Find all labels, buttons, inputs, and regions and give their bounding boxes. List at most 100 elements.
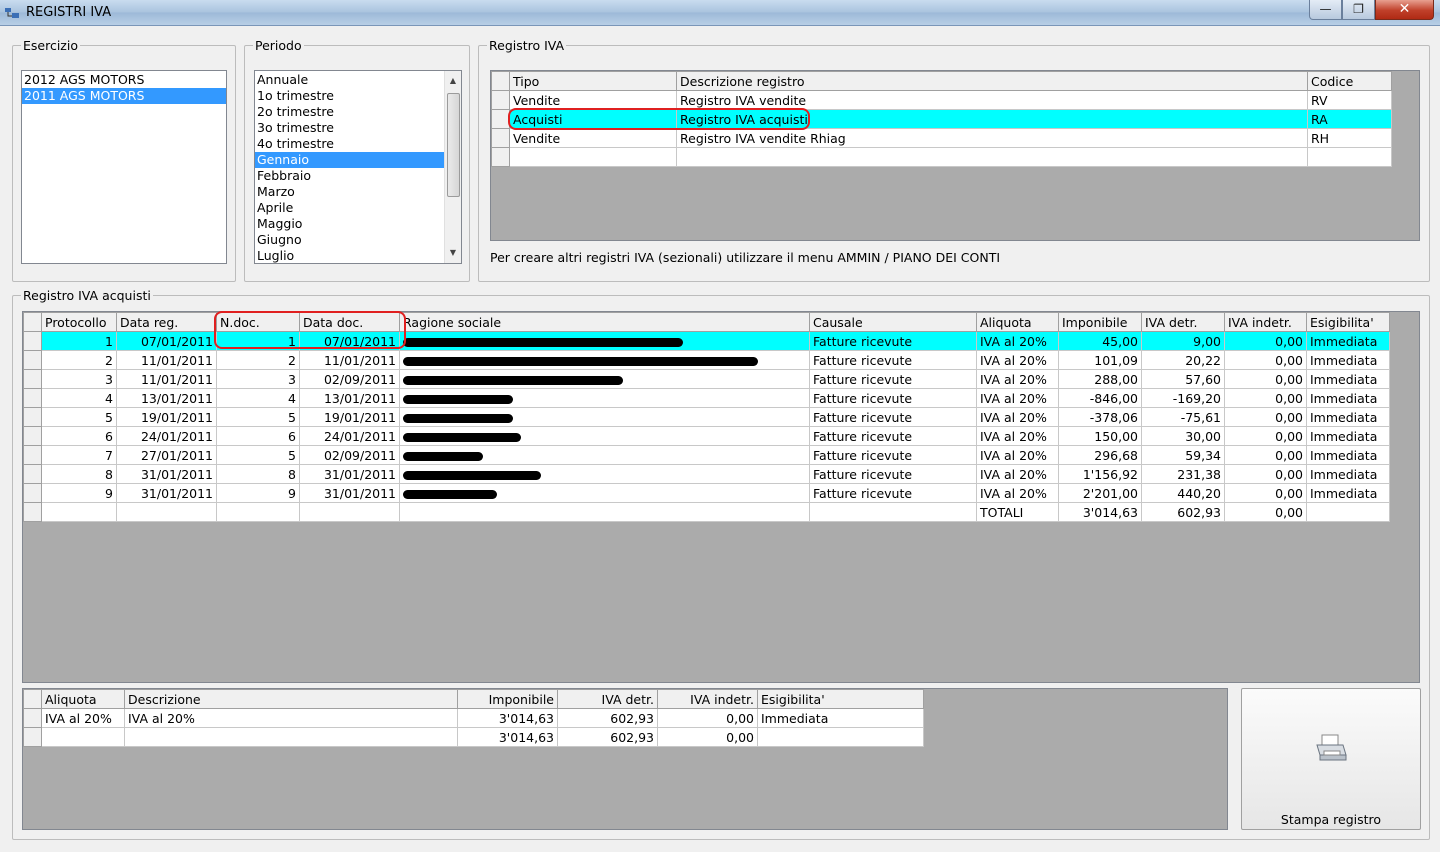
acquisti-cell[interactable]: 1: [216, 331, 300, 351]
riepilogo-column-header[interactable]: IVA detr.: [557, 689, 658, 709]
acquisti-cell[interactable]: 0,00: [1224, 331, 1307, 351]
registro-column-header[interactable]: Tipo: [509, 71, 677, 91]
acquisti-cell[interactable]: -846,00: [1058, 388, 1142, 408]
close-button[interactable]: ✕: [1375, 0, 1434, 20]
acquisti-cell[interactable]: 19/01/2011: [116, 407, 217, 427]
acquisti-cell[interactable]: 20,22: [1141, 350, 1225, 370]
registro-cell[interactable]: Registro IVA vendite Rhiag: [676, 128, 1308, 148]
acquisti-cell[interactable]: 02/09/2011: [299, 445, 400, 465]
riepilogo-cell[interactable]: 0,00: [657, 727, 758, 747]
periodo-item[interactable]: Maggio: [255, 216, 444, 232]
acquisti-cell[interactable]: 6: [41, 426, 117, 446]
acquisti-cell[interactable]: 11/01/2011: [116, 369, 217, 389]
registro-cell[interactable]: RH: [1307, 128, 1392, 148]
acquisti-cell[interactable]: [399, 369, 810, 389]
acquisti-row[interactable]: 5 19/01/2011 5 19/01/2011 Fatture ricevute IV…: [23, 407, 1390, 427]
periodo-item[interactable]: 4o trimestre: [255, 136, 444, 152]
riepilogo-cell[interactable]: 0,00: [657, 708, 758, 728]
acquisti-cell[interactable]: 4: [216, 388, 300, 408]
acquisti-cell[interactable]: 8: [216, 464, 300, 484]
riepilogo-cell[interactable]: [757, 727, 924, 747]
acquisti-column-header[interactable]: Causale: [809, 312, 977, 332]
registro-row[interactable]: Vendite Registro IVA vendite RV: [491, 90, 1392, 110]
acquisti-cell[interactable]: [399, 388, 810, 408]
registro-cell[interactable]: [676, 147, 1308, 167]
acquisti-cell[interactable]: 30,00: [1141, 426, 1225, 446]
acquisti-cell[interactable]: Immediata: [1306, 464, 1390, 484]
acquisti-column-header[interactable]: Imponibile: [1058, 312, 1142, 332]
acquisti-cell[interactable]: 27/01/2011: [116, 445, 217, 465]
acquisti-cell[interactable]: 11/01/2011: [116, 350, 217, 370]
acquisti-cell[interactable]: 9: [41, 483, 117, 503]
scroll-up-icon[interactable]: ▲: [445, 73, 461, 89]
riepilogo-row[interactable]: 3'014,63 602,93 0,00: [23, 727, 924, 747]
acquisti-cell[interactable]: [399, 407, 810, 427]
acquisti-cell[interactable]: 5: [216, 445, 300, 465]
registro-cell[interactable]: Acquisti: [509, 109, 677, 129]
riepilogo-cell[interactable]: 3'014,63: [457, 708, 558, 728]
acquisti-column-header[interactable]: Data reg.: [116, 312, 217, 332]
riepilogo-cell[interactable]: 602,93: [557, 727, 658, 747]
acquisti-cell[interactable]: 13/01/2011: [299, 388, 400, 408]
acquisti-column-header[interactable]: Protocollo: [41, 312, 117, 332]
registro-row[interactable]: [491, 147, 1392, 167]
acquisti-cell[interactable]: 440,20: [1141, 483, 1225, 503]
acquisti-cell[interactable]: Fatture ricevute: [809, 369, 977, 389]
acquisti-cell[interactable]: 3: [216, 369, 300, 389]
row-indicator[interactable]: [23, 483, 42, 503]
acquisti-cell[interactable]: Immediata: [1306, 407, 1390, 427]
acquisti-cell[interactable]: 13/01/2011: [116, 388, 217, 408]
periodo-item[interactable]: Febbraio: [255, 168, 444, 184]
row-indicator[interactable]: [23, 369, 42, 389]
acquisti-cell[interactable]: IVA al 20%: [976, 369, 1059, 389]
acquisti-cell[interactable]: 0,00: [1224, 426, 1307, 446]
acquisti-row[interactable]: 3 11/01/2011 3 02/09/2011 Fatture ricevute IV…: [23, 369, 1390, 389]
acquisti-cell[interactable]: 24/01/2011: [116, 426, 217, 446]
scroll-down-icon[interactable]: ▼: [445, 245, 461, 261]
acquisti-cell[interactable]: 0,00: [1224, 464, 1307, 484]
acquisti-column-header[interactable]: IVA indetr.: [1224, 312, 1307, 332]
registro-cell[interactable]: Vendite: [509, 90, 677, 110]
acquisti-column-header[interactable]: N.doc.: [216, 312, 300, 332]
periodo-listbox[interactable]: Annuale 1o trimestre 2o trimestre 3o trimes…: [254, 70, 462, 264]
acquisti-cell[interactable]: 150,00: [1058, 426, 1142, 446]
acquisti-cell[interactable]: 0,00: [1224, 369, 1307, 389]
periodo-item[interactable]: Luglio: [255, 248, 444, 263]
acquisti-cell[interactable]: 6: [216, 426, 300, 446]
acquisti-cell[interactable]: Immediata: [1306, 483, 1390, 503]
acquisti-cell[interactable]: 5: [216, 407, 300, 427]
periodo-item[interactable]: 3o trimestre: [255, 120, 444, 136]
registro-column-header[interactable]: Descrizione registro: [676, 71, 1308, 91]
periodo-item[interactable]: Marzo: [255, 184, 444, 200]
acquisti-cell[interactable]: -169,20: [1141, 388, 1225, 408]
riepilogo-cell[interactable]: Immediata: [757, 708, 924, 728]
registro-cell[interactable]: [509, 147, 677, 167]
riepilogo-column-header[interactable]: Esigibilita': [757, 689, 924, 709]
acquisti-cell[interactable]: 24/01/2011: [299, 426, 400, 446]
row-indicator[interactable]: [23, 350, 42, 370]
acquisti-cell[interactable]: 31/01/2011: [299, 483, 400, 503]
acquisti-column-header[interactable]: Ragione sociale: [399, 312, 810, 332]
maximize-button[interactable]: ❐: [1342, 0, 1375, 20]
riepilogo-column-header[interactable]: Aliquota: [41, 689, 125, 709]
riepilogo-cell[interactable]: [124, 727, 458, 747]
riepilogo-cell[interactable]: IVA al 20%: [41, 708, 125, 728]
row-indicator[interactable]: [23, 708, 42, 728]
minimize-button[interactable]: —: [1309, 0, 1342, 20]
acquisti-cell[interactable]: 1'156,92: [1058, 464, 1142, 484]
acquisti-cell[interactable]: IVA al 20%: [976, 426, 1059, 446]
registro-cell[interactable]: RA: [1307, 109, 1392, 129]
periodo-item[interactable]: 1o trimestre: [255, 88, 444, 104]
periodo-item[interactable]: Gennaio: [255, 152, 444, 168]
acquisti-column-header[interactable]: IVA detr.: [1141, 312, 1225, 332]
acquisti-cell[interactable]: 0,00: [1224, 388, 1307, 408]
periodo-item[interactable]: Annuale: [255, 72, 444, 88]
acquisti-cell[interactable]: 2: [216, 350, 300, 370]
acquisti-cell[interactable]: IVA al 20%: [976, 388, 1059, 408]
registro-cell[interactable]: Vendite: [509, 128, 677, 148]
registro-grid[interactable]: Tipo Descrizione registro Codice Vendite Reg…: [490, 70, 1420, 241]
esercizio-item[interactable]: 2012 AGS MOTORS: [22, 72, 226, 88]
acquisti-cell[interactable]: 8: [41, 464, 117, 484]
acquisti-cell[interactable]: Fatture ricevute: [809, 483, 977, 503]
row-indicator[interactable]: [23, 388, 42, 408]
